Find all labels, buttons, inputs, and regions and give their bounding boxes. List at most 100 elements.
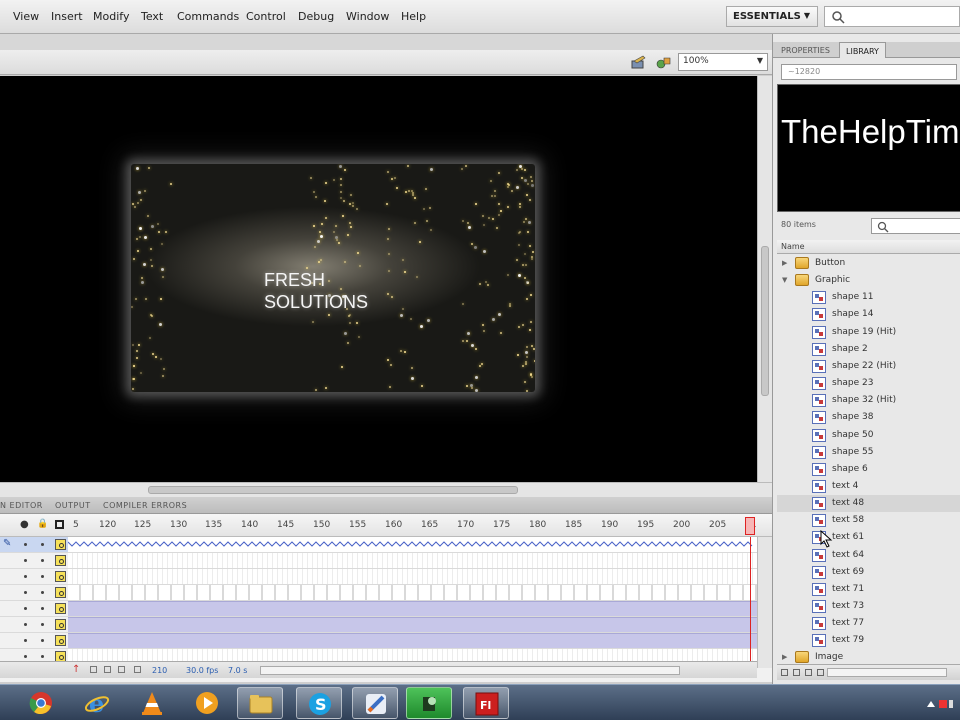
timeline-layer-row[interactable] [0, 601, 757, 617]
keyframe-marker[interactable] [55, 555, 66, 566]
frame-number[interactable]: 140 [241, 520, 258, 530]
frame-number[interactable]: 5 [73, 520, 79, 530]
frame-number[interactable]: 175 [493, 520, 510, 530]
help-search-input[interactable] [824, 6, 960, 27]
library-search-input[interactable] [871, 218, 960, 234]
edit-symbols-icon[interactable] [630, 55, 647, 70]
timeline-layer-row[interactable] [0, 553, 757, 569]
frame-number[interactable]: 125 [134, 520, 151, 530]
library-item-row[interactable]: text 61 [777, 529, 960, 546]
layer-toggle-dot[interactable] [24, 559, 27, 562]
frame-span[interactable] [68, 633, 757, 648]
library-item-row[interactable]: shape 6 [777, 461, 960, 478]
library-item-row[interactable]: text 69 [777, 564, 960, 581]
frame-number[interactable]: 195 [637, 520, 654, 530]
chevron-right-icon[interactable]: ▶ [782, 259, 787, 267]
taskbar-explorer[interactable] [237, 687, 283, 719]
library-folder-row[interactable]: ▶ Button [777, 255, 960, 272]
frame-number[interactable]: 170 [457, 520, 474, 530]
column-header-name[interactable]: Name [777, 240, 960, 254]
library-item-row[interactable]: shape 11 [777, 289, 960, 306]
library-item-row[interactable]: shape 32 (Hit) [777, 392, 960, 409]
layer-toggle-dot[interactable] [24, 543, 27, 546]
timeline-layer-row[interactable] [0, 617, 757, 633]
frame-span[interactable] [67, 537, 757, 552]
center-frame-icon[interactable]: ↑ [72, 664, 80, 675]
layer-toggle-dot[interactable] [24, 591, 27, 594]
library-document-select[interactable]: ~12820 [781, 64, 957, 80]
keyframe-marker[interactable] [55, 603, 66, 614]
timeline-horizontal-scrollbar[interactable] [260, 666, 680, 675]
library-item-row[interactable]: text 58 [777, 512, 960, 529]
library-item-row[interactable]: text 73 [777, 598, 960, 615]
library-item-row[interactable]: shape 19 (Hit) [777, 324, 960, 341]
layer-toggle-dot[interactable] [41, 559, 44, 562]
library-item-row[interactable]: text 71 [777, 581, 960, 598]
keyframe-marker[interactable] [55, 587, 66, 598]
library-item-row[interactable]: shape 23 [777, 375, 960, 392]
layer-toggle-dot[interactable] [24, 623, 27, 626]
onion-outline-icon[interactable] [104, 666, 111, 673]
eye-icon[interactable]: ● [20, 519, 29, 530]
lock-icon[interactable]: 🔒 [37, 519, 48, 529]
timeline-layer-row[interactable] [0, 585, 757, 601]
taskbar-skype[interactable]: S [296, 687, 342, 719]
library-item-row[interactable]: text 79 [777, 632, 960, 649]
frame-number[interactable]: 180 [529, 520, 546, 530]
menu-window[interactable]: Window [346, 10, 389, 23]
frame-number[interactable]: 135 [205, 520, 222, 530]
library-item-row[interactable]: text 64 [777, 547, 960, 564]
taskbar-media-player[interactable] [184, 687, 230, 719]
menu-help[interactable]: Help [401, 10, 426, 23]
scrollbar-thumb[interactable] [148, 486, 518, 494]
library-item-row[interactable]: shape 2 [777, 341, 960, 358]
frame-number[interactable]: 185 [565, 520, 582, 530]
frame-span[interactable] [68, 553, 757, 568]
taskbar-flash[interactable]: Fl [463, 687, 509, 719]
timeline-vertical-scrollbar[interactable] [757, 537, 772, 668]
taskbar-chrome[interactable] [18, 687, 64, 719]
scrollbar-thumb[interactable] [761, 246, 769, 396]
layer-toggle-dot[interactable] [24, 655, 27, 658]
library-item-row[interactable]: text 77 [777, 615, 960, 632]
library-item-row[interactable]: shape 55 [777, 444, 960, 461]
layer-toggle-dot[interactable] [41, 591, 44, 594]
layer-toggle-dot[interactable] [24, 607, 27, 610]
frame-number[interactable]: 120 [99, 520, 116, 530]
timeline-layer-row[interactable] [0, 569, 757, 585]
delete-icon[interactable] [817, 669, 824, 676]
stage-horizontal-scrollbar[interactable] [0, 482, 772, 497]
frame-number[interactable]: 165 [421, 520, 438, 530]
layer-toggle-dot[interactable] [41, 639, 44, 642]
frame-number[interactable]: 155 [349, 520, 366, 530]
keyframe-marker[interactable] [55, 539, 66, 550]
menu-view[interactable]: View [13, 10, 39, 23]
menu-text[interactable]: Text [141, 10, 163, 23]
tray-icons[interactable] [925, 697, 955, 711]
movie-preview-frame[interactable]: FRESH SOLUTIONS [131, 164, 535, 392]
library-horizontal-scrollbar[interactable] [827, 668, 947, 677]
library-item-row[interactable]: text 48 [777, 495, 960, 513]
keyframe-marker[interactable] [55, 619, 66, 630]
workspace-switcher[interactable]: ESSENTIALS ▼ [726, 6, 818, 27]
library-item-row[interactable]: shape 38 [777, 409, 960, 426]
new-folder-icon[interactable] [793, 669, 800, 676]
timeline-layer-row[interactable] [0, 633, 757, 649]
frame-number[interactable]: 205 [709, 520, 726, 530]
chevron-right-icon[interactable]: ▶ [782, 653, 787, 661]
library-item-row[interactable]: shape 14 [777, 306, 960, 323]
outline-icon[interactable] [55, 520, 64, 529]
frame-number[interactable]: 130 [170, 520, 187, 530]
keyframe-marker[interactable] [55, 571, 66, 582]
taskbar-ie[interactable]: e [74, 687, 120, 719]
edit-multiple-frames-icon[interactable] [118, 666, 125, 673]
stage-canvas[interactable]: FRESH SOLUTIONS [0, 76, 757, 482]
frame-span[interactable] [68, 617, 757, 632]
zoom-select[interactable]: 100% ▼ [678, 53, 768, 71]
tab-compiler-errors[interactable]: COMPILER ERRORS [103, 501, 187, 510]
properties-icon[interactable] [805, 669, 812, 676]
menu-commands[interactable]: Commands [177, 10, 239, 23]
tab-library[interactable]: LIBRARY [839, 42, 886, 58]
library-folder-row[interactable]: ▼ Graphic [777, 272, 960, 289]
onion-skin-icon[interactable] [90, 666, 97, 673]
